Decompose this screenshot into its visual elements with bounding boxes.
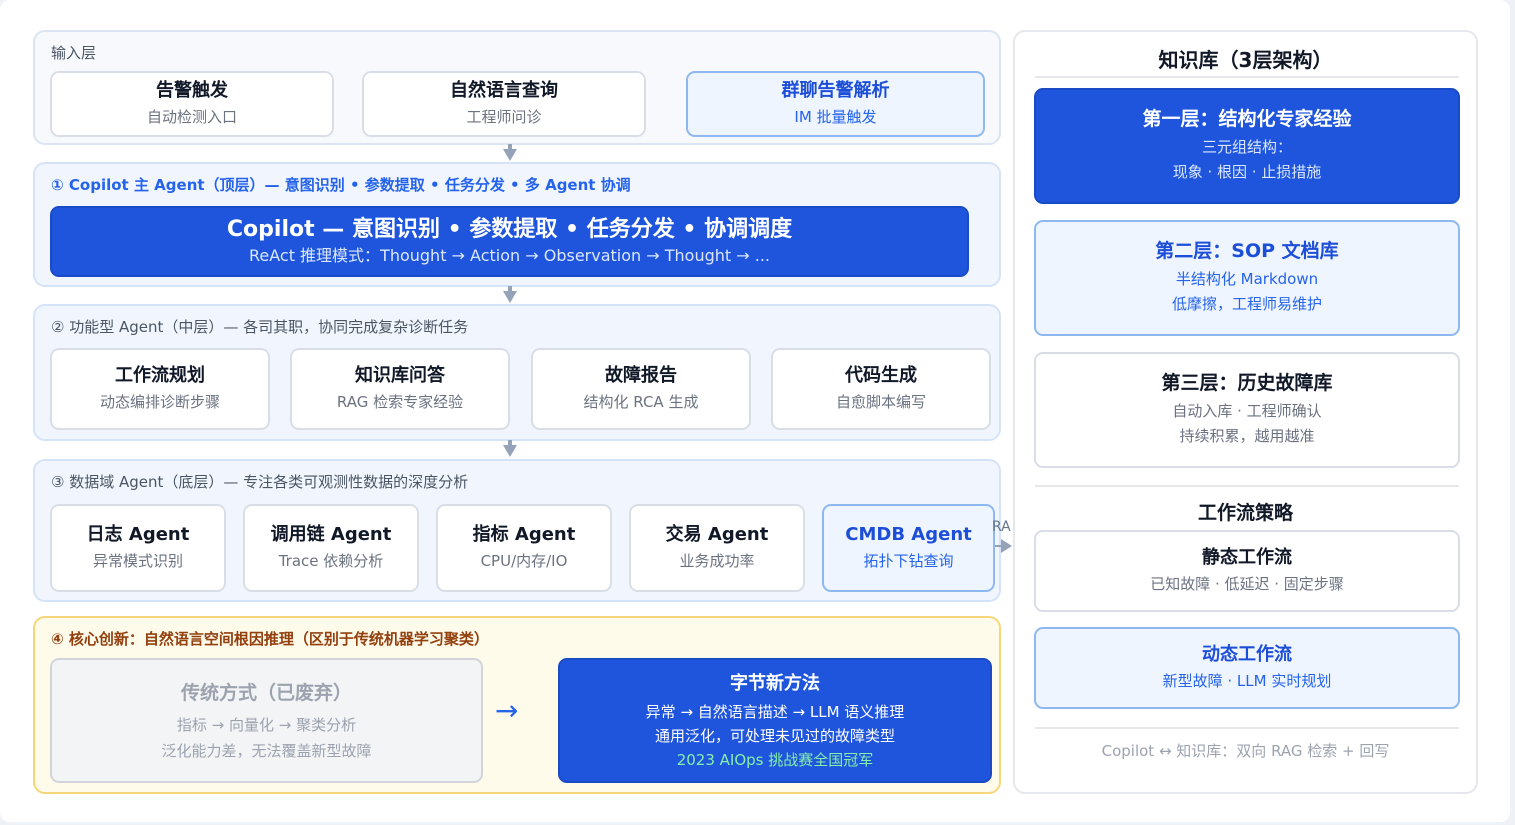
data-layer-label: ③ 数据域 Agent（底层）— 专注各类可观测性数据的深度分析 [51, 473, 469, 491]
card-title: CMDB Agent [845, 524, 972, 545]
footer-divider [1035, 727, 1459, 729]
traditional-method-line2: 泛化能力差，无法覆盖新型故障 [161, 741, 372, 760]
kb-layer-line2: 持续积累，越用越准 [1179, 427, 1315, 445]
kb-layer-1-card[interactable]: 第一层：结构化专家经验 三元组结构： 现象 · 根因 · 止损措施 [1034, 88, 1460, 204]
card-subtitle: 业务成功率 [679, 552, 755, 570]
innovation-panel: ④ 核心创新：自然语言空间根因推理（区别于传统机器学习聚类） 传统方式（已废弃）… [33, 616, 1001, 794]
card-subtitle: IM 批量触发 [794, 108, 877, 126]
card-subtitle: 自动检测入口 [146, 108, 237, 126]
new-method-line2: 通用泛化，可处理未见过的故障类型 [654, 726, 895, 745]
new-method-title: 字节新方法 [730, 672, 820, 694]
nl-query-card[interactable]: 自然语言查询 工程师问诊 [362, 71, 646, 137]
card-title: 工作流规划 [115, 365, 205, 386]
knowledge-title: 知识库（3层架构） [1158, 48, 1333, 72]
card-title: 自然语言查询 [450, 80, 558, 101]
card-subtitle: 自愈脚本编写 [835, 393, 926, 411]
card-title: 故障报告 [605, 365, 677, 386]
group-chat-alert-card[interactable]: 群聊告警解析 IM 批量触发 [686, 71, 985, 137]
copilot-layer-label: ① Copilot 主 Agent（顶层）— 意图识别 • 参数提取 • 任务分… [51, 176, 631, 194]
workflow-item-subtitle: 已知故障 · 低延迟 · 固定步骤 [1150, 575, 1344, 593]
metric-agent-card[interactable]: 指标 Agent CPU/内存/IO [436, 504, 612, 592]
card-subtitle: 拓扑下钻查询 [863, 552, 954, 570]
card-title: 日志 Agent [86, 524, 190, 545]
input-layer-panel: 输入层 告警触发 自动检测入口 自然语言查询 工程师问诊 群聊告警解析 IM 批… [33, 30, 1001, 145]
copilot-banner[interactable]: Copilot — 意图识别 • 参数提取 • 任务分发 • 协调调度 ReAc… [50, 206, 969, 277]
log-agent-card[interactable]: 日志 Agent 异常模式识别 [50, 504, 226, 592]
kb-layer-2-card[interactable]: 第二层：SOP 文档库 半结构化 Markdown 低摩擦，工程师易维护 [1034, 220, 1460, 336]
code-generation-card[interactable]: 代码生成 自愈脚本编写 [771, 348, 991, 430]
traditional-method-line1: 指标 → 向量化 → 聚类分析 [176, 715, 357, 734]
copilot-banner-subtitle: ReAct 推理模式：Thought → Action → Observatio… [248, 245, 770, 265]
new-method-card[interactable]: 字节新方法 异常 → 自然语言描述 → LLM 语义推理 通用泛化，可处理未见过… [558, 658, 992, 783]
alert-trigger-card[interactable]: 告警触发 自动检测入口 [50, 71, 334, 137]
cmdb-agent-card[interactable]: CMDB Agent 拓扑下钻查询 [822, 504, 995, 592]
card-title: 调用链 Agent [270, 524, 392, 545]
new-method-line1: 异常 → 自然语言描述 → LLM 语义推理 [645, 702, 905, 721]
diagram-canvas: 输入层 告警触发 自动检测入口 自然语言查询 工程师问诊 群聊告警解析 IM 批… [0, 0, 1510, 822]
copilot-layer-panel: ① Copilot 主 Agent（顶层）— 意图识别 • 参数提取 • 任务分… [33, 162, 1001, 287]
functional-layer-panel: ② 功能型 Agent（中层）— 各司其职，协同完成复杂诊断任务 工作流规划 动… [33, 304, 1001, 441]
card-title: 交易 Agent [665, 524, 769, 545]
card-title: 代码生成 [845, 365, 917, 386]
kb-layer-line1: 半结构化 Markdown [1175, 270, 1319, 288]
workflow-divider [1035, 485, 1459, 487]
kb-layer-title: 第二层：SOP 文档库 [1155, 240, 1339, 262]
workflow-item-title: 动态工作流 [1202, 644, 1292, 665]
flow-arrow-3 [503, 440, 517, 457]
static-workflow-card[interactable]: 静态工作流 已知故障 · 低延迟 · 固定步骤 [1034, 530, 1460, 612]
kb-layer-title: 第三层：历史故障库 [1161, 372, 1333, 394]
rag-connector-label: RA [992, 519, 1011, 535]
card-subtitle: 工程师问诊 [466, 108, 542, 126]
card-title: 群聊告警解析 [781, 80, 890, 101]
flow-arrow-2 [503, 286, 517, 303]
input-layer-label: 输入层 [51, 44, 97, 62]
knowledge-title-divider [1035, 76, 1459, 78]
kb-layer-line2: 低摩擦，工程师易维护 [1171, 295, 1322, 313]
copilot-kb-relation-note: Copilot ↔ 知识库：双向 RAG 检索 + 回写 [1101, 742, 1390, 760]
flow-arrow-1 [503, 144, 517, 161]
card-subtitle: RAG 检索专家经验 [336, 393, 464, 411]
workflow-item-subtitle: 新型故障 · LLM 实时规划 [1162, 672, 1332, 690]
card-subtitle: Trace 依赖分析 [278, 552, 384, 570]
knowledge-panel: 知识库（3层架构） 第一层：结构化专家经验 三元组结构： 现象 · 根因 · 止… [1013, 30, 1478, 794]
traditional-method-card[interactable]: 传统方式（已废弃） 指标 → 向量化 → 聚类分析 泛化能力差，无法覆盖新型故障 [50, 658, 483, 783]
kb-layer-line1: 自动入库 · 工程师确认 [1172, 402, 1322, 420]
functional-layer-label: ② 功能型 Agent（中层）— 各司其职，协同完成复杂诊断任务 [51, 318, 469, 336]
dynamic-workflow-card[interactable]: 动态工作流 新型故障 · LLM 实时规划 [1034, 627, 1460, 709]
workflow-title: 工作流策略 [1197, 502, 1293, 524]
workflow-planning-card[interactable]: 工作流规划 动态编排诊断步骤 [50, 348, 270, 430]
workflow-item-title: 静态工作流 [1202, 547, 1292, 568]
kb-layer-title: 第一层：结构化专家经验 [1142, 108, 1352, 130]
trace-agent-card[interactable]: 调用链 Agent Trace 依赖分析 [243, 504, 419, 592]
card-subtitle: 结构化 RCA 生成 [583, 393, 699, 411]
transaction-agent-card[interactable]: 交易 Agent 业务成功率 [629, 504, 805, 592]
innovation-label: ④ 核心创新：自然语言空间根因推理（区别于传统机器学习聚类） [51, 630, 489, 648]
card-subtitle: 异常模式识别 [92, 552, 183, 570]
card-subtitle: CPU/内存/IO [480, 552, 568, 570]
kb-layer-3-card[interactable]: 第三层：历史故障库 自动入库 · 工程师确认 持续积累，越用越准 [1034, 352, 1460, 468]
traditional-method-title: 传统方式（已废弃） [180, 681, 352, 704]
card-title: 知识库问答 [355, 365, 445, 386]
data-layer-panel: ③ 数据域 Agent（底层）— 专注各类可观测性数据的深度分析 日志 Agen… [33, 459, 1001, 602]
kb-layer-line2: 现象 · 根因 · 止损措施 [1172, 163, 1322, 181]
card-subtitle: 动态编排诊断步骤 [99, 393, 220, 411]
kb-qa-card[interactable]: 知识库问答 RAG 检索专家经验 [290, 348, 510, 430]
card-title: 指标 Agent [472, 524, 576, 545]
kb-layer-line1: 三元组结构： [1201, 138, 1292, 156]
aiops-award-note: 2023 AIOps 挑战赛全国冠军 [676, 750, 874, 769]
card-title: 告警触发 [156, 80, 228, 101]
fault-report-card[interactable]: 故障报告 结构化 RCA 生成 [531, 348, 751, 430]
method-transition-arrow: → [495, 694, 519, 727]
copilot-banner-title: Copilot — 意图识别 • 参数提取 • 任务分发 • 协调调度 [226, 216, 793, 242]
rag-connector-arrowhead [1001, 539, 1012, 553]
